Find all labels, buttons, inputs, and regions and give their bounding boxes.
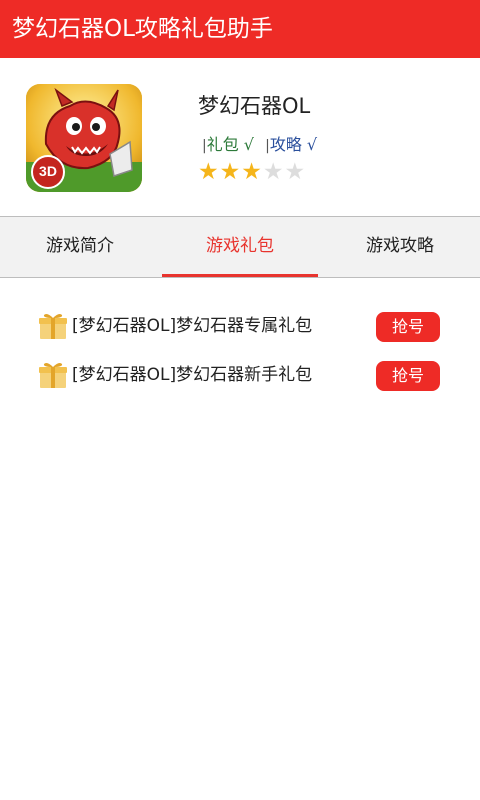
rating-stars: ★★★★★ (198, 159, 306, 185)
gift-title: [梦幻石器OL]梦幻石器专属礼包 (72, 316, 313, 336)
game-header: 3D 梦幻石器OL |礼包 √ |攻略 √ ★★★★★ (0, 58, 480, 216)
tab-game-gifts[interactable]: 游戏礼包 (160, 217, 320, 277)
tag-guide-label: 攻略 √ (269, 135, 318, 154)
tab-game-guides[interactable]: 游戏攻略 (320, 217, 480, 277)
icon-badge: 3D (39, 163, 57, 179)
tag-guide: |攻略 √ (265, 135, 317, 154)
star-filled-icon: ★ (198, 159, 220, 185)
game-name: 梦幻石器OL (198, 94, 311, 118)
tab-bar: 游戏简介 游戏礼包 游戏攻略 (0, 216, 480, 278)
tag-gift-label: 礼包 √ (206, 135, 255, 154)
tag-gift: |礼包 √ (202, 135, 259, 154)
game-dragon-3d-icon: 3D (26, 84, 142, 192)
star-empty-icon: ★ (262, 159, 285, 185)
app-title: 梦幻石器OL攻略礼包助手 (12, 16, 273, 42)
grab-code-button[interactable]: 抢号 (376, 312, 440, 342)
app-title-bar: 梦幻石器OL攻略礼包助手 (0, 0, 480, 58)
grab-code-button[interactable]: 抢号 (376, 361, 440, 391)
gift-title: [梦幻石器OL]梦幻石器新手礼包 (72, 365, 313, 385)
list-item: [梦幻石器OL]梦幻石器专属礼包 抢号 (0, 306, 480, 355)
star-empty-icon: ★ (284, 159, 307, 185)
gift-icon (39, 361, 67, 389)
game-tags: |礼包 √ |攻略 √ (202, 131, 323, 155)
star-filled-icon: ★ (241, 159, 263, 185)
tab-game-intro[interactable]: 游戏简介 (0, 217, 160, 277)
list-item: [梦幻石器OL]梦幻石器新手礼包 抢号 (0, 355, 480, 404)
star-filled-icon: ★ (219, 159, 242, 185)
gift-list: [梦幻石器OL]梦幻石器专属礼包 抢号 [梦幻石器OL]梦幻石器新手礼包 抢号 (0, 306, 480, 404)
gift-icon (39, 312, 67, 340)
